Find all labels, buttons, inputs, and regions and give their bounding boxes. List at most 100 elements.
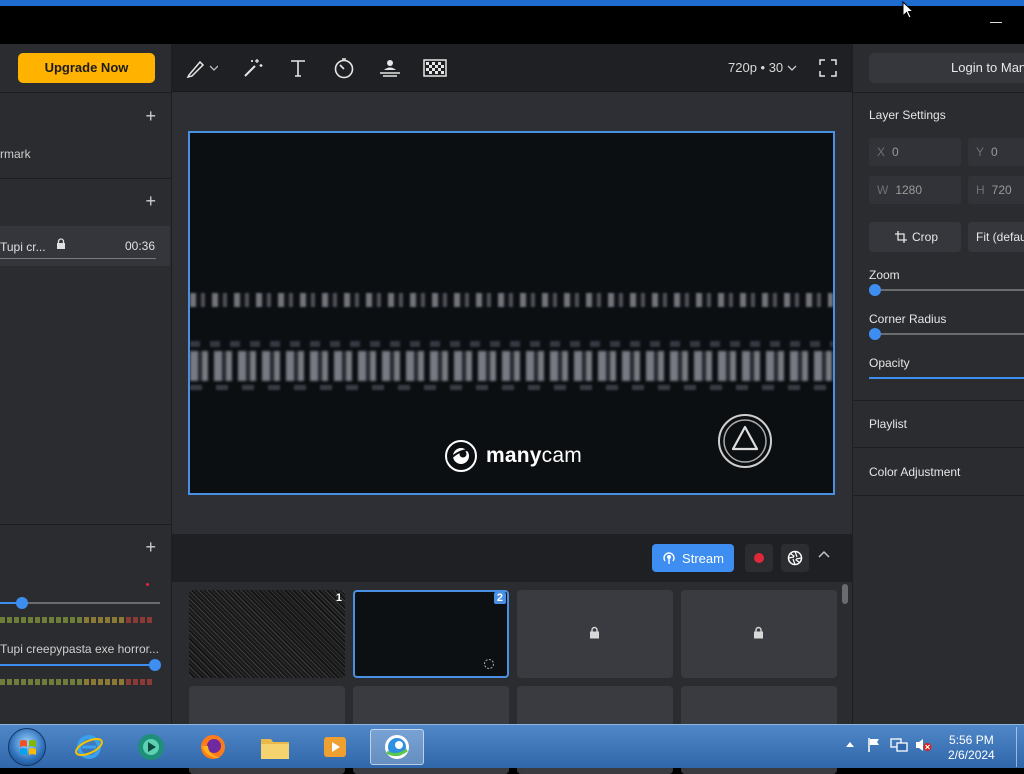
playlist-section[interactable]: Playlist	[869, 417, 907, 431]
media-list-item[interactable]: Tupi cr... 00:36	[0, 226, 170, 266]
fit-default-button[interactable]: Fit (default)	[968, 222, 1024, 252]
snapshot-button[interactable]	[781, 544, 809, 572]
manycam-taskbar-icon	[385, 735, 409, 759]
lock-icon	[590, 626, 599, 639]
chevron-down-icon	[787, 65, 797, 71]
vu-segment	[112, 617, 117, 623]
chevron-up-icon[interactable]	[818, 550, 830, 558]
vu-segment	[91, 617, 96, 623]
vu-segment	[56, 617, 61, 623]
vu-segment	[63, 617, 68, 623]
vu-segment	[35, 679, 40, 685]
taskbar-media-player[interactable]	[124, 729, 178, 765]
chroma-key-icon[interactable]	[422, 56, 448, 80]
corner-radius-slider-knob[interactable]	[869, 328, 881, 340]
taskbar-internet-explorer[interactable]	[62, 729, 116, 765]
presets-scrollbar[interactable]	[842, 584, 848, 604]
fullscreen-icon[interactable]	[815, 56, 841, 80]
taskbar-manycam[interactable]	[370, 729, 424, 765]
preset-tile-3-locked[interactable]	[517, 590, 673, 678]
network-icon[interactable]	[890, 737, 908, 753]
login-button[interactable]: Login to ManyCam	[869, 53, 1024, 83]
media-progress-line	[0, 258, 156, 259]
loading-icon	[484, 659, 494, 669]
draw-icon[interactable]	[184, 56, 220, 80]
resolution-dropdown[interactable]: 720p • 30	[728, 60, 797, 75]
show-hidden-icons-icon[interactable]	[846, 741, 854, 747]
lower-third-icon[interactable]	[377, 56, 403, 80]
width-field[interactable]: W 1280	[869, 176, 961, 204]
y-field[interactable]: Y0	[968, 138, 1024, 166]
timer-icon[interactable]	[331, 56, 357, 80]
action-center-flag-icon[interactable]	[866, 737, 882, 753]
audio-slider-2-fill	[0, 664, 154, 666]
color-adjustment-section[interactable]: Color Adjustment	[869, 465, 960, 479]
start-button[interactable]	[8, 728, 46, 766]
static-noise-band	[190, 341, 833, 347]
show-desktop-button[interactable]	[1016, 727, 1024, 767]
upgrade-now-button[interactable]: Upgrade Now	[18, 53, 155, 83]
layer-settings-heading: Layer Settings	[869, 108, 946, 122]
vu-segment	[119, 617, 124, 623]
divider	[853, 495, 1024, 496]
zoom-slider-track[interactable]	[869, 289, 1024, 291]
opacity-label: Opacity	[869, 356, 910, 370]
crop-icon	[895, 231, 907, 243]
vu-segment	[42, 617, 47, 623]
stream-button[interactable]: Stream	[652, 544, 734, 572]
vu-meter-2	[0, 679, 152, 685]
preset-tile-4-locked[interactable]	[681, 590, 837, 678]
vu-segment	[28, 679, 33, 685]
lock-icon	[754, 626, 763, 639]
vu-meter-1	[0, 617, 152, 623]
vu-segment	[21, 679, 26, 685]
vu-segment	[14, 679, 19, 685]
preset-tile-2[interactable]: 2	[353, 590, 509, 678]
left-section-audio: + Tupi creepypasta exe horror...	[0, 524, 172, 724]
section-item-label[interactable]: rmark	[0, 147, 31, 161]
vu-segment	[84, 617, 89, 623]
folder-icon	[261, 739, 289, 759]
taskbar-file-explorer[interactable]	[248, 729, 302, 765]
vu-segment	[7, 617, 12, 623]
left-panel: Upgrade Now + rmark + Tupi cr... 00:36 +…	[0, 44, 172, 724]
add-media-plus-icon[interactable]: +	[145, 191, 156, 212]
taskbar-video-app[interactable]	[308, 729, 362, 765]
vu-segment	[77, 617, 82, 623]
record-dot-icon	[754, 553, 764, 563]
channel-logo-icon	[718, 414, 772, 468]
vu-segment	[147, 617, 152, 623]
add-plus-icon[interactable]: +	[145, 106, 156, 127]
height-field[interactable]: H 720	[968, 176, 1024, 204]
x-field[interactable]: X0	[869, 138, 961, 166]
vu-segment	[147, 679, 152, 685]
taskbar-firefox[interactable]	[186, 729, 240, 765]
vu-segment	[35, 617, 40, 623]
record-button[interactable]	[745, 544, 773, 572]
preset-tile-1[interactable]: 1	[189, 590, 345, 678]
vu-segment	[77, 679, 82, 685]
broadcast-icon	[663, 552, 675, 564]
vu-segment	[63, 679, 68, 685]
corner-radius-slider-track[interactable]	[869, 333, 1024, 335]
watermark-text: manycam	[486, 444, 582, 467]
vu-segment	[49, 617, 54, 623]
audio-slider-2-knob[interactable]	[149, 659, 161, 671]
opacity-slider-fill[interactable]	[869, 377, 1024, 379]
vu-segment	[56, 679, 61, 685]
firefox-icon	[201, 735, 225, 759]
crop-button[interactable]: Crop	[869, 222, 961, 252]
system-clock[interactable]: 5:56 PM 2/6/2024	[948, 733, 995, 763]
vu-segment	[91, 679, 96, 685]
minimize-button[interactable]	[990, 22, 1002, 23]
audio-indicator-dot	[146, 583, 149, 586]
magic-wand-icon[interactable]	[240, 56, 266, 80]
text-icon[interactable]	[285, 56, 311, 80]
static-noise-band	[190, 351, 833, 381]
volume-muted-icon[interactable]	[914, 737, 932, 753]
audio-slider-1-knob[interactable]	[16, 597, 28, 609]
add-audio-plus-icon[interactable]: +	[145, 537, 156, 558]
main-video-preview[interactable]: manycam	[188, 131, 835, 495]
media-duration: 00:36	[124, 239, 155, 253]
zoom-slider-knob[interactable]	[869, 284, 881, 296]
